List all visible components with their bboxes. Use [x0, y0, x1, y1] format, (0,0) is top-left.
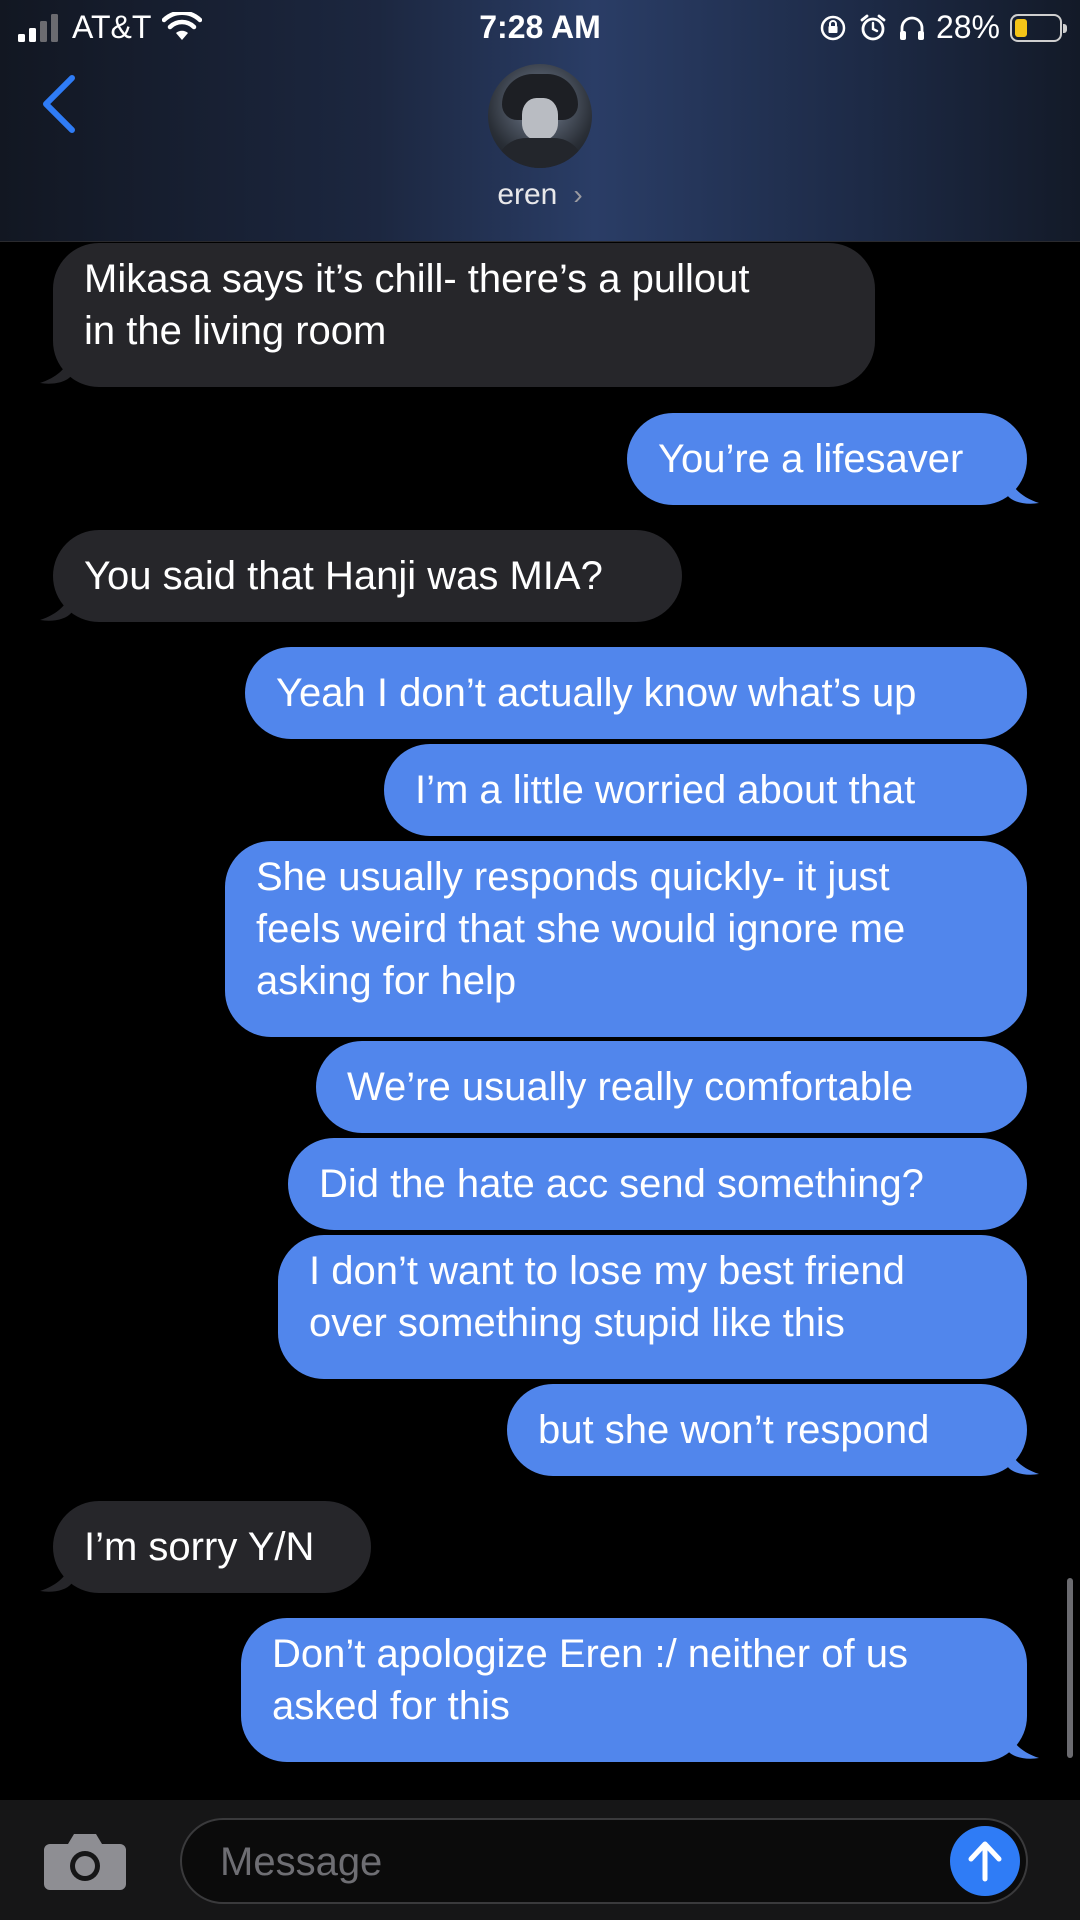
back-chevron-icon[interactable]: [36, 72, 84, 136]
avatar-coat: [496, 138, 584, 168]
contact-name: eren: [497, 178, 558, 211]
headphones-icon: [899, 16, 924, 40]
message-bubble-outgoing[interactable]: We’re usually really comfortable: [316, 1041, 1027, 1133]
message-bubble-incoming[interactable]: You said that Hanji was MIA?: [53, 530, 682, 622]
bubble-tail: [1007, 1444, 1039, 1475]
arrow-up-icon: [968, 1841, 1002, 1882]
messages-screen: AT&T 7:28 AM 28% eren › Mikasa says it’s…: [0, 0, 1080, 1920]
conversation-header: AT&T 7:28 AM 28% eren ›: [0, 0, 1080, 242]
alarm-icon: [860, 14, 886, 40]
message-input[interactable]: [218, 1830, 918, 1894]
contact-avatar[interactable]: [488, 64, 592, 168]
message-bubble-incoming[interactable]: Mikasa says it’s chill- there’s a pullou…: [53, 243, 875, 387]
message-field[interactable]: [180, 1818, 1028, 1904]
message-bubble-outgoing[interactable]: She usually responds quickly- it just fe…: [225, 841, 1027, 1037]
compose-bar: [0, 1800, 1080, 1920]
orientation-lock-icon: [820, 15, 846, 40]
battery-tip: [1063, 23, 1067, 33]
message-bubble-outgoing[interactable]: Yeah I don’t actually know what’s up: [245, 647, 1027, 739]
status-right-group: 28%: [818, 9, 1067, 46]
bubble-tail: [40, 1561, 72, 1592]
chevron-right-icon: ›: [573, 179, 583, 210]
message-bubble-outgoing[interactable]: Don’t apologize Eren :/ neither of us as…: [241, 1618, 1027, 1762]
bubble-tail: [1007, 473, 1039, 504]
status-bar: AT&T 7:28 AM 28%: [0, 0, 1080, 56]
battery-icon: [1010, 13, 1067, 42]
message-bubble-incoming[interactable]: I’m sorry Y/N: [53, 1501, 371, 1593]
battery-fill: [1015, 18, 1027, 37]
message-bubble-outgoing[interactable]: I’m a little worried about that: [384, 744, 1027, 836]
send-button[interactable]: [950, 1826, 1020, 1896]
message-bubble-outgoing[interactable]: but she won’t respond: [507, 1384, 1027, 1476]
contact-name-button[interactable]: eren ›: [0, 178, 1080, 212]
camera-icon[interactable]: [44, 1830, 126, 1890]
battery-percent: 28%: [935, 9, 1000, 45]
message-bubble-outgoing[interactable]: Did the hate acc send something?: [288, 1138, 1027, 1230]
message-bubble-outgoing[interactable]: You’re a lifesaver: [627, 413, 1027, 505]
message-bubble-outgoing[interactable]: I don’t want to lose my best friend over…: [278, 1235, 1027, 1379]
bubble-tail: [1007, 1728, 1039, 1759]
bubble-tail: [40, 590, 72, 621]
avatar-face: [522, 98, 558, 140]
bubble-tail: [40, 353, 72, 384]
scroll-indicator[interactable]: [1067, 1578, 1073, 1758]
